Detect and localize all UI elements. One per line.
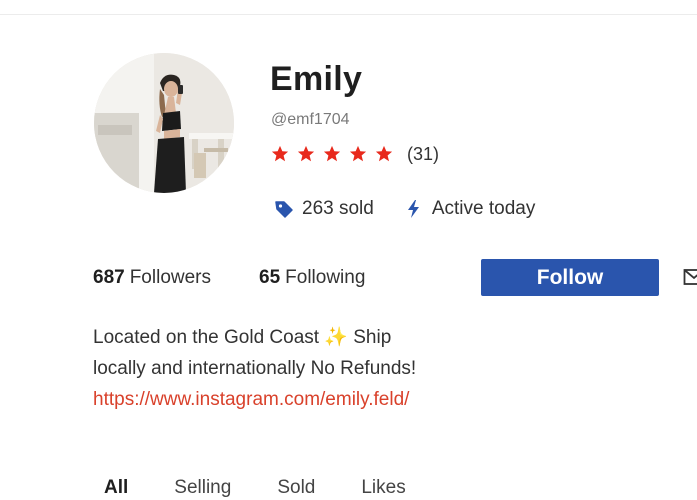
tab-all[interactable]: All <box>104 477 128 499</box>
rating[interactable]: (31) <box>271 142 439 166</box>
header-divider <box>0 14 697 15</box>
lightning-icon <box>407 200 419 218</box>
follow-button[interactable]: Follow <box>481 259 659 296</box>
sold-count: 263 sold <box>302 198 374 219</box>
bio-text-line: locally and internationally No Refunds! <box>93 358 417 379</box>
profile-page: Emily @emf1704 (31) 263 sold Active toda… <box>0 0 697 500</box>
follow-stats: 687 Followers 65 Following <box>93 264 365 292</box>
following-count: 65 <box>259 267 281 288</box>
review-count: (31) <box>407 144 440 164</box>
star-icon <box>271 145 289 162</box>
tag-icon <box>275 201 293 218</box>
star-icon <box>375 145 393 162</box>
envelope-icon[interactable] <box>683 266 697 288</box>
display-name: Emily <box>270 60 363 98</box>
bio-text-line: Located on the Gold Coast ✨ Ship <box>93 327 392 348</box>
tab-likes[interactable]: Likes <box>361 477 405 499</box>
profile-tabs: All Selling Sold Likes <box>104 474 452 500</box>
profile-photo-icon <box>94 53 234 193</box>
bio: Located on the Gold Coast ✨ Ship locally… <box>93 322 573 415</box>
following-link[interactable]: 65 Following <box>259 267 365 289</box>
tab-selling[interactable]: Selling <box>174 477 231 499</box>
followers-label: Followers <box>129 267 212 288</box>
star-icon <box>323 145 341 162</box>
star-icon <box>349 145 367 162</box>
seller-meta: 263 sold Active today <box>274 196 535 222</box>
star-icon <box>297 145 315 162</box>
followers-link[interactable]: 687 Followers <box>93 267 211 289</box>
username: @emf1704 <box>271 111 350 128</box>
instagram-link[interactable]: https://www.instagram.com/emily.feld/ <box>93 384 573 415</box>
following-label: Following <box>285 267 366 288</box>
avatar[interactable] <box>94 53 234 193</box>
followers-count: 687 <box>93 267 125 288</box>
activity-status: Active today <box>431 198 536 219</box>
tab-sold[interactable]: Sold <box>277 477 315 499</box>
